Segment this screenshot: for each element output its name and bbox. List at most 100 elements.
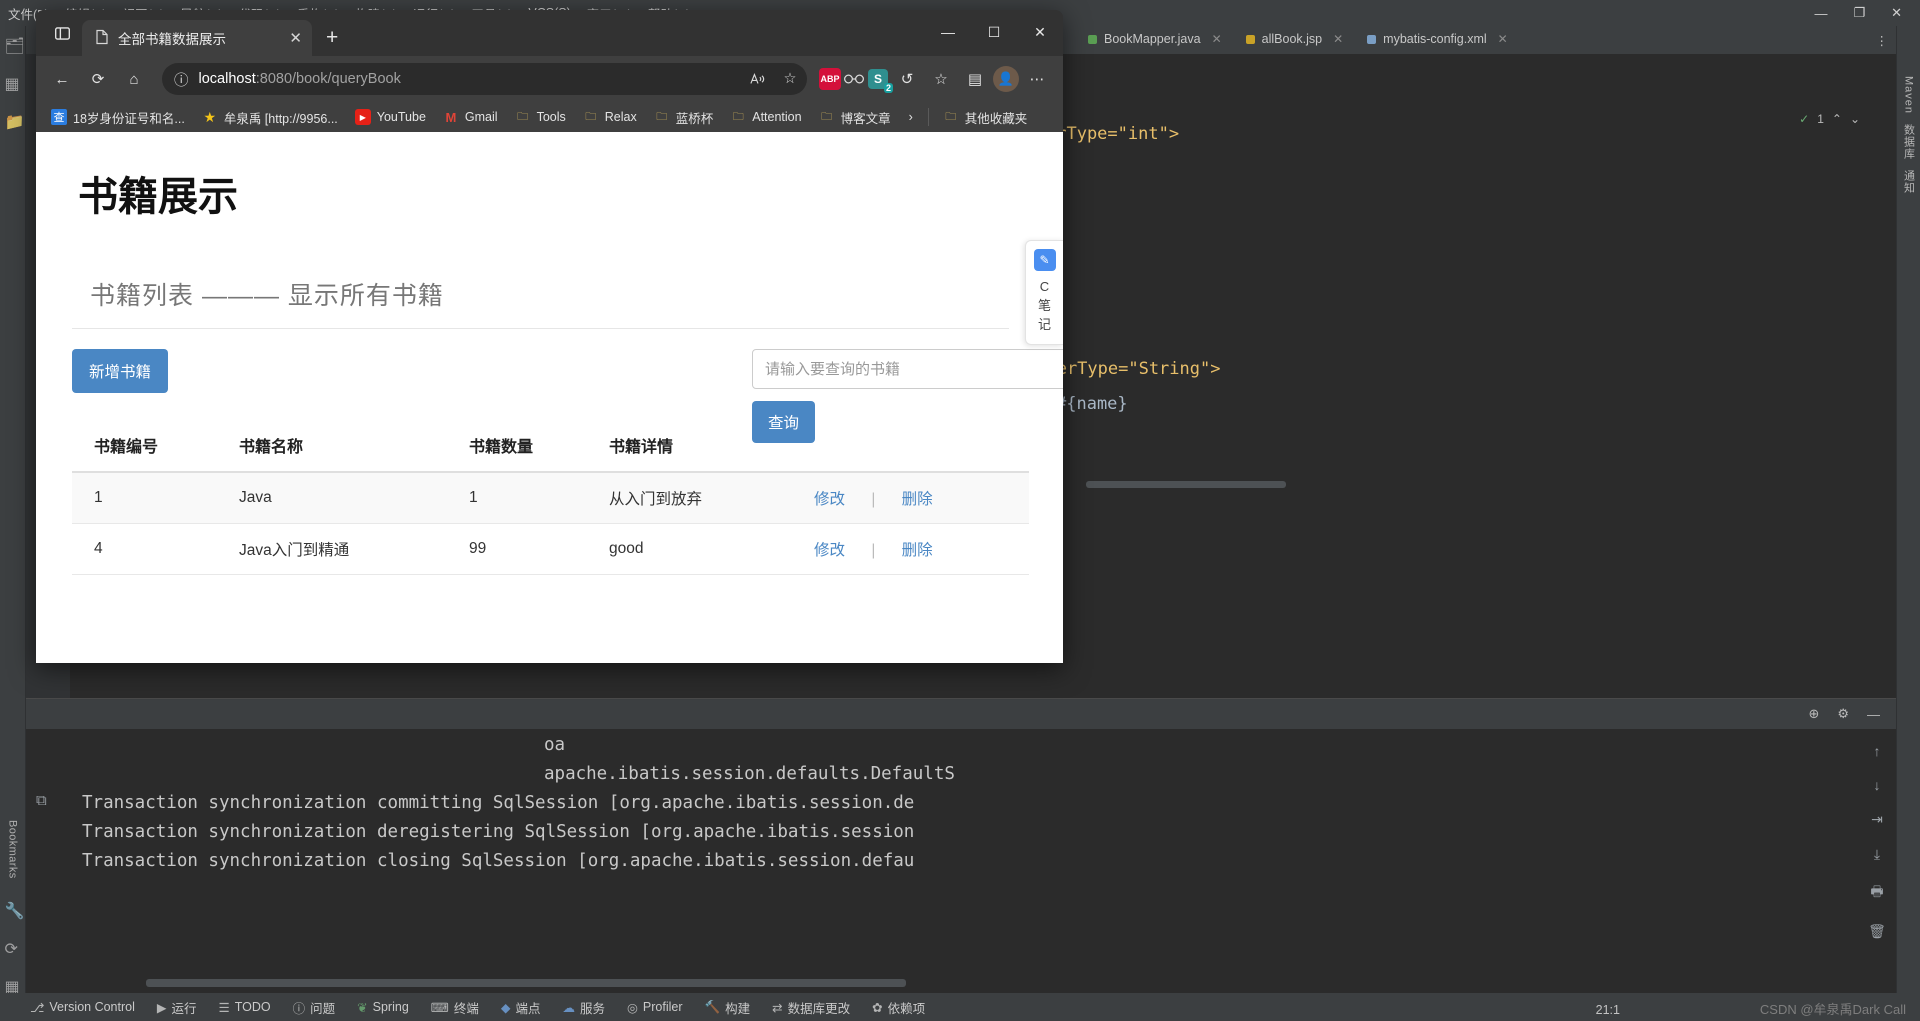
chevron-down-icon[interactable]: ⌄ (1850, 112, 1860, 126)
ide-editor-tab-bookmapper[interactable]: BookMapper.java ✕ (1076, 26, 1234, 54)
close-icon[interactable]: ✕ (1498, 32, 1508, 46)
minimize-button[interactable]: — (925, 10, 971, 54)
ide-minimize-button[interactable]: — (1814, 6, 1827, 21)
status-item-database-changes[interactable]: ⇄ 数据库更改 (772, 998, 850, 1017)
search-input[interactable] (752, 349, 1063, 389)
print-icon[interactable]: 🖶 (1870, 881, 1883, 905)
bookmark-item[interactable]: 查 18岁身份证号和名... (44, 104, 192, 131)
ide-tabs-more-icon[interactable]: ⋮ (1876, 33, 1897, 48)
status-item-services[interactable]: ☁ 服务 (562, 998, 605, 1017)
side-note-widget[interactable]: ✎ C 笔 记 (1025, 240, 1063, 345)
ide-editor-tab-allbook[interactable]: allBook.jsp ✕ (1234, 26, 1356, 54)
adblock-plus-icon[interactable]: ABP (819, 68, 841, 90)
ide-rail-label-maven[interactable]: Maven (1903, 76, 1915, 114)
reload-button[interactable]: ⟳ (82, 63, 114, 95)
site-info-icon[interactable]: ⓘ (174, 69, 189, 90)
status-item-todo[interactable]: ☰ TODO (219, 1000, 271, 1015)
console-scrollbar[interactable] (146, 979, 906, 987)
status-item-version-control[interactable]: ⎇ Version Control (30, 1000, 135, 1015)
bookmark-item[interactable]: M Gmail (436, 105, 505, 129)
console-settings-target-icon[interactable]: ⊕ (1808, 706, 1819, 722)
s-extension-icon[interactable]: S 2 (867, 68, 893, 93)
bookmark-item[interactable]: ★ 牟泉禹 [http://9956... (195, 104, 345, 131)
folder-icon[interactable]: 📁 (5, 112, 25, 131)
close-icon[interactable]: ✕ (1212, 32, 1222, 46)
bookmarks-overflow-chevron[interactable]: › (901, 110, 921, 124)
bookmark-label: 蓝桥杯 (675, 111, 714, 126)
search-button[interactable]: 查询 (752, 401, 816, 443)
maximize-button[interactable]: ☐ (971, 10, 1017, 54)
status-item-spring[interactable]: ❦ Spring (357, 1000, 409, 1015)
add-book-button[interactable]: 新增书籍 (72, 349, 169, 393)
status-item-terminal[interactable]: ⌨ 终端 (431, 998, 479, 1017)
read-aloud-icon[interactable] (747, 68, 769, 90)
browser-tab[interactable]: 全部书籍数据展示 ✕ (82, 20, 312, 56)
ide-rail-label-bookmarks[interactable]: Bookmarks (7, 820, 19, 879)
collections-icon[interactable]: ▤ (959, 63, 991, 95)
ide-status-bar: ⎇ Version Control ▶ 运行 ☰ TODO ⓘ 问题 ❦ Spr… (0, 993, 1920, 1021)
edit-link[interactable]: 修改 (814, 542, 845, 559)
delete-link[interactable]: 删除 (902, 542, 933, 559)
database-icon: ⇄ (772, 1000, 783, 1015)
other-bookmarks-folder[interactable]: 🗀 其他收藏夹 (936, 104, 1035, 131)
bookmark-folder[interactable]: 🗀 Attention (723, 105, 808, 129)
ide-close-button[interactable]: ✕ (1891, 5, 1902, 21)
favorites-icon[interactable]: ☆ (925, 63, 957, 95)
delete-icon[interactable]: 🗑 (1868, 923, 1886, 940)
console-fragment-top: apache.ibatis.session.defaults.DefaultS (544, 764, 955, 784)
console-output[interactable]: oa apache.ibatis.session.defaults.Defaul… (72, 729, 1856, 993)
refresh-icon[interactable]: ⟳ (5, 939, 21, 958)
bookmark-folder[interactable]: 🗀 蓝桥杯 (647, 104, 721, 131)
status-item-endpoints[interactable]: ◆ 端点 (501, 998, 541, 1017)
home-button[interactable]: ⌂ (118, 63, 150, 95)
edit-link[interactable]: 修改 (814, 491, 845, 508)
status-item-dependencies[interactable]: ✿ 依赖项 (872, 998, 925, 1017)
scroll-up-icon[interactable]: ↑ (1874, 743, 1881, 759)
caret-position-indicator[interactable]: 21:1 (1596, 1003, 1620, 1017)
branch-icon: ⎇ (30, 1000, 45, 1015)
bookmark-folder[interactable]: 🗀 Tools (508, 105, 573, 129)
status-item-problems[interactable]: ⓘ 问题 (293, 998, 336, 1017)
browser-history-icon[interactable]: ↺ (891, 63, 923, 95)
folder-icon: 🗀 (517, 110, 529, 123)
profile-avatar[interactable]: 👤 (993, 66, 1019, 92)
structure-icon[interactable]: ▦ (5, 74, 21, 93)
address-bar[interactable]: ⓘ localhost:8080/book/queryBook ☆ (162, 63, 807, 95)
back-button[interactable]: ← (46, 63, 78, 95)
scroll-down-icon[interactable]: ↓ (1874, 777, 1881, 793)
glasses-extension-icon[interactable] (843, 68, 865, 90)
ide-editor-tab-mybatis-config[interactable]: mybatis-config.xml ✕ (1355, 26, 1520, 54)
cell-actions: 修改 | 删除 (792, 472, 1029, 524)
add-favorite-icon[interactable]: ☆ (779, 68, 801, 90)
delete-link[interactable]: 删除 (902, 491, 933, 508)
wrench-icon[interactable]: 🔧 (5, 901, 25, 920)
bookmark-folder[interactable]: 🗀 博客文章 (812, 104, 898, 131)
status-item-run[interactable]: ▶ 运行 (157, 998, 197, 1017)
soft-wrap-icon[interactable]: ⇥ (1871, 811, 1883, 828)
status-item-label: Profiler (642, 1000, 683, 1014)
status-item-profiler[interactable]: ◎ Profiler (627, 1000, 683, 1015)
ide-rail-label-notifications[interactable]: 通知 (1901, 170, 1917, 194)
minimize-icon[interactable]: — (1867, 707, 1880, 722)
grid-icon[interactable]: ▦ (5, 977, 21, 996)
editor-horizontal-scrollbar[interactable] (1086, 481, 1286, 488)
more-settings-icon[interactable]: ⋯ (1021, 63, 1053, 95)
project-icon[interactable]: 🗂 (5, 36, 25, 55)
bookmark-item[interactable]: ▶ YouTube (348, 105, 433, 129)
close-icon[interactable]: ✕ (289, 29, 302, 47)
warning-icon: ⓘ (292, 1001, 306, 1016)
ide-maximize-button[interactable]: ❐ (1853, 5, 1865, 21)
ide-rail-label-database[interactable]: 数据库 (1901, 124, 1917, 160)
editor-inspection-widget[interactable]: ✓ 1 ⌃ ⌄ (1799, 112, 1860, 126)
chevron-up-icon[interactable]: ⌃ (1832, 112, 1842, 126)
console-run-icon[interactable]: ⧉ (36, 791, 47, 809)
tab-actions-icon[interactable] (42, 13, 82, 53)
bookmark-folder[interactable]: 🗀 Relax (576, 105, 644, 129)
close-icon[interactable]: ✕ (1333, 32, 1343, 46)
export-icon[interactable]: ⤓ (1874, 846, 1880, 863)
profiler-icon: ◎ (627, 1000, 638, 1015)
gear-icon[interactable]: ⚙ (1837, 706, 1849, 722)
new-tab-button[interactable]: + (312, 26, 352, 56)
status-item-build[interactable]: 🔨 构建 (705, 998, 751, 1017)
close-button[interactable]: ✕ (1017, 10, 1063, 54)
